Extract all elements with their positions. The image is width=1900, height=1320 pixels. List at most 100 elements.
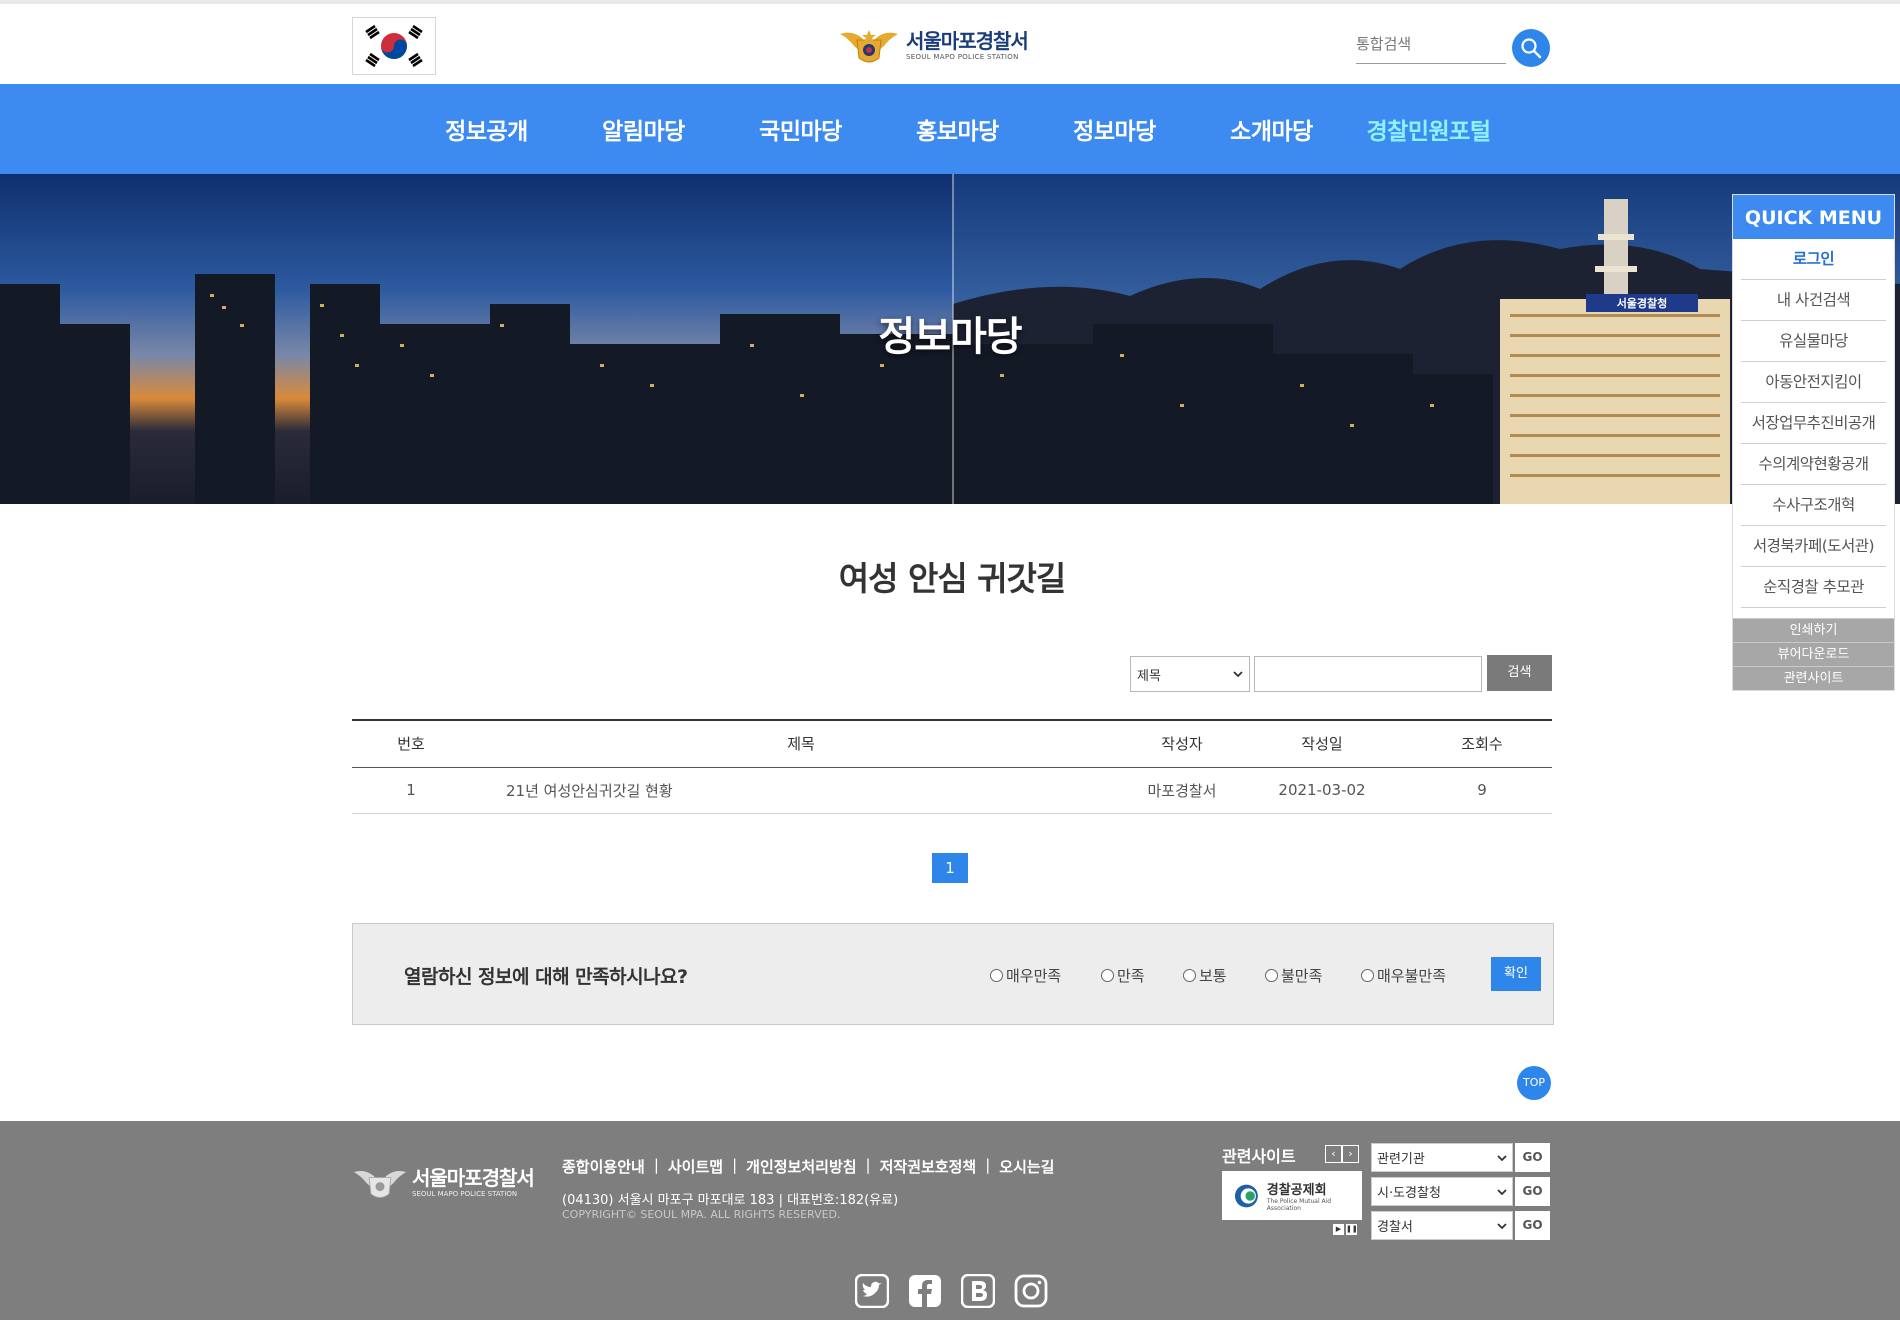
quick-item-lost-found[interactable]: 유실물마당 [1741,321,1886,362]
chevron-down-icon [1497,1222,1507,1229]
board-search-input[interactable] [1254,656,1482,692]
nav-item-citizen[interactable]: 국민마당 [722,112,879,146]
survey-option-satisfied[interactable]: 만족 [1101,965,1145,986]
nav-item-pr[interactable]: 홍보마당 [879,112,1036,146]
police-station-go-button[interactable]: GO [1515,1211,1550,1240]
instagram-icon[interactable] [1014,1274,1048,1308]
row-number: 1 [352,767,470,814]
quick-viewer-download-button[interactable]: 뷰어다운로드 [1733,642,1894,666]
related-banner-name: 경찰공제회 [1266,1183,1327,1198]
provincial-police-value: 시·도경찰청 [1377,1186,1441,1201]
hero-banner: 서울경찰청 정보마당 [0,174,1900,504]
nav-item-intro[interactable]: 소개마당 [1193,112,1350,146]
quick-item-login[interactable]: 로그인 [1741,239,1886,280]
police-station-select[interactable]: 경찰서 [1371,1211,1513,1240]
site-logo[interactable]: 서울마포경찰서 SEOUL MAPO POLICE STATION [838,22,1029,70]
survey-option-very-dissatisfied[interactable]: 매우불만족 [1361,965,1446,986]
page-1-button[interactable]: 1 [932,853,968,883]
nav-item-notice[interactable]: 알림마당 [565,112,722,146]
banner-controls: ▶ ❚❚ [1333,1224,1358,1235]
page-title: 여성 안심 귀갓길 [838,559,1067,598]
search-input[interactable] [1356,26,1506,62]
col-header-views: 조회수 [1412,719,1552,768]
survey-option-label: 매우불만족 [1377,967,1447,985]
footer-logo[interactable]: 서울마포경찰서 SEOUL MAPO POLICE STATION [352,1163,535,1203]
footer-link-divider: | [865,1156,871,1174]
table-header-row: 번호 제목 작성자 작성일 조회수 [352,719,1552,768]
quick-item-book-cafe[interactable]: 서경북카페(도서관) [1741,526,1886,567]
radio-icon[interactable] [1101,969,1114,982]
table-row[interactable]: 1 21년 여성안심귀갓길 현황 마포경찰서 2021-03-02 9 [352,767,1552,814]
provincial-police-go-button[interactable]: GO [1515,1177,1550,1206]
footer-link-directions[interactable]: 오시는길 [999,1156,1054,1177]
chevron-down-icon [1497,1188,1507,1195]
related-agency-go-button[interactable]: GO [1515,1143,1550,1172]
quick-related-sites-button[interactable]: 관련사이트 [1733,666,1894,690]
footer-link-divider: | [732,1156,738,1174]
police-emblem-icon [353,1170,407,1198]
footer-address: (04130) 서울시 마포구 마포대로 183 | 대표번호:182(유료) [562,1193,899,1208]
survey-option-very-satisfied[interactable]: 매우만족 [990,965,1061,986]
police-emblem-icon [840,30,898,63]
survey-option-label: 만족 [1117,967,1145,985]
quick-print-button[interactable]: 인쇄하기 [1733,618,1894,642]
footer-link-sitemap[interactable]: 사이트맵 [668,1156,723,1177]
row-views: 9 [1412,767,1552,814]
radio-icon[interactable] [1265,969,1278,982]
footer-logo-subtitle: SEOUL MAPO POLICE STATION [412,1190,518,1198]
search-button[interactable] [1512,29,1550,67]
main-nav: 정보공개 알림마당 국민마당 홍보마당 정보마당 소개마당 경찰민원포털 [0,84,1900,174]
nav-item-info-disclosure[interactable]: 정보공개 [408,112,565,146]
footer-link-guide[interactable]: 종합이용안내 [562,1156,645,1177]
survey-question: 열람하신 정보에 대해 만족하시나요? [404,966,688,988]
korea-flag-icon[interactable] [352,17,436,75]
footer-links: 종합이용안내 | 사이트맵 | 개인정보처리방침 | 저작권보호정책 | 오시는길 [562,1156,1054,1177]
quick-item-case-search[interactable]: 내 사건검색 [1741,280,1886,321]
logo-subtitle: SEOUL MAPO POLICE STATION [906,53,1019,61]
banner-title: 정보마당 [878,314,1022,360]
provincial-police-select[interactable]: 시·도경찰청 [1371,1177,1513,1206]
board-search-button[interactable]: 검색 [1487,655,1552,691]
survey-option-label: 매우만족 [1006,967,1062,985]
facebook-icon[interactable] [908,1274,942,1308]
site-footer: 서울마포경찰서 SEOUL MAPO POLICE STATION 종합이용안내… [0,1121,1900,1320]
quick-menu-title: QUICK MENU [1733,195,1894,239]
chevron-down-icon [1497,1154,1507,1161]
scroll-top-button[interactable]: TOP [1517,1066,1551,1100]
logo-title: 서울마포경찰서 [906,29,1029,53]
footer-copyright: COPYRIGHT© SEOUL MPA. ALL RIGHTS RESERVE… [562,1208,841,1221]
survey-submit-button[interactable]: 확인 [1491,957,1541,991]
twitter-icon[interactable] [855,1274,889,1308]
nav-item-info[interactable]: 정보마당 [1036,112,1193,146]
quick-item-memorial[interactable]: 순직경찰 추모관 [1741,567,1886,608]
radio-icon[interactable] [1361,969,1374,982]
radio-icon[interactable] [1183,969,1196,982]
survey-option-label: 불만족 [1281,967,1323,985]
related-site-banner[interactable]: 경찰공제회 The Police Mutual Aid Association [1222,1171,1362,1220]
footer-link-divider: | [985,1156,991,1174]
survey-option-dissatisfied[interactable]: 불만족 [1265,965,1322,986]
blog-icon[interactable] [961,1274,995,1308]
arrow-left-icon[interactable]: ‹ [1325,1145,1342,1163]
related-sites-arrows: ‹ › [1325,1145,1359,1163]
footer-link-privacy[interactable]: 개인정보처리방침 [746,1156,856,1177]
pause-icon[interactable]: ❚❚ [1346,1224,1358,1235]
radio-icon[interactable] [990,969,1003,982]
quick-item-investigation-reform[interactable]: 수사구조개혁 [1741,485,1886,526]
row-title-link[interactable]: 21년 여성안심귀갓길 현황 [470,767,1132,814]
related-agency-select[interactable]: 관련기관 [1371,1143,1513,1172]
satisfaction-survey: 열람하신 정보에 대해 만족하시나요? 매우만족 만족 보통 불만족 매우불만족… [352,923,1554,1025]
quick-menu: QUICK MENU 로그인 내 사건검색 유실물마당 아동안전지킴이 서장업무… [1732,194,1895,691]
col-header-title: 제목 [470,719,1132,768]
col-header-date: 작성일 [1232,719,1412,768]
footer-link-copyright-policy[interactable]: 저작권보호정책 [880,1156,977,1177]
play-icon[interactable]: ▶ [1333,1224,1344,1235]
search-category-select[interactable]: 제목 [1130,656,1250,692]
quick-item-expense-disclosure[interactable]: 서장업무추진비공개 [1741,403,1886,444]
arrow-right-icon[interactable]: › [1342,1145,1359,1163]
quick-item-child-safety[interactable]: 아동안전지킴이 [1741,362,1886,403]
search-icon [1521,38,1542,59]
quick-item-contract-disclosure[interactable]: 수의계약현황공개 [1741,444,1886,485]
nav-item-civil-portal[interactable]: 경찰민원포털 [1350,112,1507,146]
survey-option-neutral[interactable]: 보통 [1183,965,1227,986]
